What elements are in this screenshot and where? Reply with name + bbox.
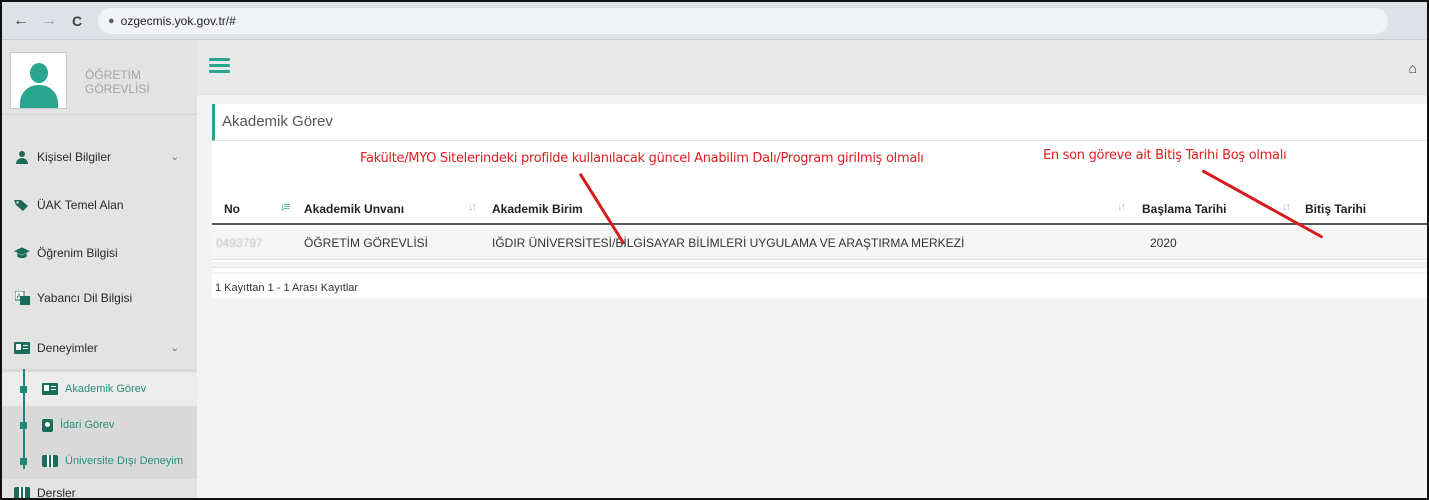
id-card-icon xyxy=(42,383,58,395)
table-row[interactable]: 0493797 ÖĞRETİM GÖREVLİSİ IĞDIR ÜNİVERSİ… xyxy=(212,226,1427,260)
hamburger-menu-icon[interactable] xyxy=(209,58,230,73)
annotation-left-note: Fakülte/MYO Sitelerindeki profilde kulla… xyxy=(360,151,924,166)
profile-card: ÖĞRETİM GÖREVLİSİ xyxy=(2,40,197,115)
chevron-down-icon: ⌄ xyxy=(170,151,179,163)
sidebar-item-label: Dersler xyxy=(37,486,76,500)
sort-desc-icon[interactable]: ↓≡ xyxy=(280,201,290,213)
sidebar-item-ogrenim-bilgisi[interactable]: Öğrenim Bilgisi xyxy=(2,240,197,266)
forward-icon[interactable]: → xyxy=(38,10,60,32)
avatar[interactable] xyxy=(10,52,67,109)
sidebar-subitem-universite-disi[interactable]: Üniversite Dışı Deneyim xyxy=(2,444,197,478)
browser-toolbar: ← → C ● ozgecmis.yok.gov.tr/# xyxy=(2,2,1427,40)
sidebar-item-label: Deneyimler xyxy=(37,341,98,355)
sidebar-item-label: Öğrenim Bilgisi xyxy=(37,246,118,260)
annotation-right-note: En son göreve ait Bitiş Tarihi Boş olmal… xyxy=(1043,148,1287,163)
column-header-bitis[interactable]: Bitiş Tarihi xyxy=(1305,202,1366,216)
svg-text:A: A xyxy=(16,293,21,301)
address-bar[interactable]: ● ozgecmis.yok.gov.tr/# xyxy=(98,7,1388,34)
profile-role: ÖĞRETİM GÖREVLİSİ xyxy=(85,68,150,96)
sidebar-subitem-idari-gorev[interactable]: İdari Görev xyxy=(2,408,197,442)
id-card-icon xyxy=(14,341,30,355)
table-info-text: 1 Kayıttan 1 - 1 Arası Kayıtlar xyxy=(215,282,359,294)
sidebar-item-yabanci-dil[interactable]: A Yabancı Dil Bilgisi xyxy=(2,285,197,311)
sort-icon[interactable]: ↓↑ xyxy=(1117,201,1126,213)
user-icon xyxy=(14,150,30,164)
sidebar-item-deneyimler[interactable]: Deneyimler ⌄ xyxy=(2,335,197,361)
sidebar-subitem-akademik-gorev[interactable]: Akademik Görev xyxy=(2,372,197,406)
briefcase-icon xyxy=(42,455,58,467)
screenshot-frame: ← → C ● ozgecmis.yok.gov.tr/# ÖĞRETİM GÖ… xyxy=(0,0,1429,500)
tag-icon xyxy=(14,198,30,212)
sidebar-item-label: Kişisel Bilgiler xyxy=(37,150,112,164)
back-icon[interactable]: ← xyxy=(10,10,32,32)
table-info-bar xyxy=(212,274,1427,298)
sort-icon[interactable]: ↓↑ xyxy=(468,201,477,213)
cell-baslama: 2020 xyxy=(1150,236,1177,250)
lock-icon: ● xyxy=(108,14,115,27)
badge-icon xyxy=(42,418,53,432)
table-divider xyxy=(212,267,1427,272)
cell-no: 0493797 xyxy=(216,236,263,250)
panel-title: Akademik Görev xyxy=(212,104,1427,141)
sidebar-subitem-label: Üniversite Dışı Deneyim xyxy=(65,455,183,467)
sidebar-item-label: Yabancı Dil Bilgisi xyxy=(37,291,133,305)
url-text: ozgecmis.yok.gov.tr/# xyxy=(120,13,236,28)
top-navbar: ⌂ xyxy=(197,40,1427,95)
column-header-unvan[interactable]: Akademik Unvanı xyxy=(304,202,404,216)
sidebar-item-uak-temel-alan[interactable]: ÜAK Temel Alan xyxy=(2,192,197,218)
column-header-birim[interactable]: Akademik Birim xyxy=(492,202,583,216)
role-line-2: GÖREVLİSİ xyxy=(85,82,150,96)
cell-unvan: ÖĞRETİM GÖREVLİSİ xyxy=(304,236,429,250)
sidebar-item-dersler[interactable]: Dersler xyxy=(2,484,197,500)
column-header-baslama[interactable]: Başlama Tarihi xyxy=(1142,202,1226,216)
column-header-no[interactable]: No xyxy=(224,202,240,216)
graduation-cap-icon xyxy=(14,246,30,260)
briefcase-icon xyxy=(14,486,30,498)
language-icon: A xyxy=(14,291,30,305)
sidebar-item-label: ÜAK Temel Alan xyxy=(37,198,124,212)
home-icon[interactable]: ⌂ xyxy=(1409,60,1417,76)
role-line-1: ÖĞRETİM xyxy=(85,68,141,82)
sidebar-subitem-label: Akademik Görev xyxy=(65,383,147,395)
submenu-connector-line xyxy=(23,369,25,469)
sidebar-subitem-label: İdari Görev xyxy=(60,419,115,431)
reload-icon[interactable]: C xyxy=(66,10,88,32)
sidebar-item-kisisel-bilgiler[interactable]: Kişisel Bilgiler ⌄ xyxy=(2,144,197,170)
table-header: No ↓≡ Akademik Unvanı ↓↑ Akademik Birim … xyxy=(212,192,1427,225)
cell-birim: IĞDIR ÜNİVERSİTESİ/BİLGİSAYAR BİLİMLERİ … xyxy=(492,236,965,250)
sort-icon[interactable]: ↓↑ xyxy=(1282,201,1291,213)
chevron-down-icon: ⌄ xyxy=(170,342,179,354)
